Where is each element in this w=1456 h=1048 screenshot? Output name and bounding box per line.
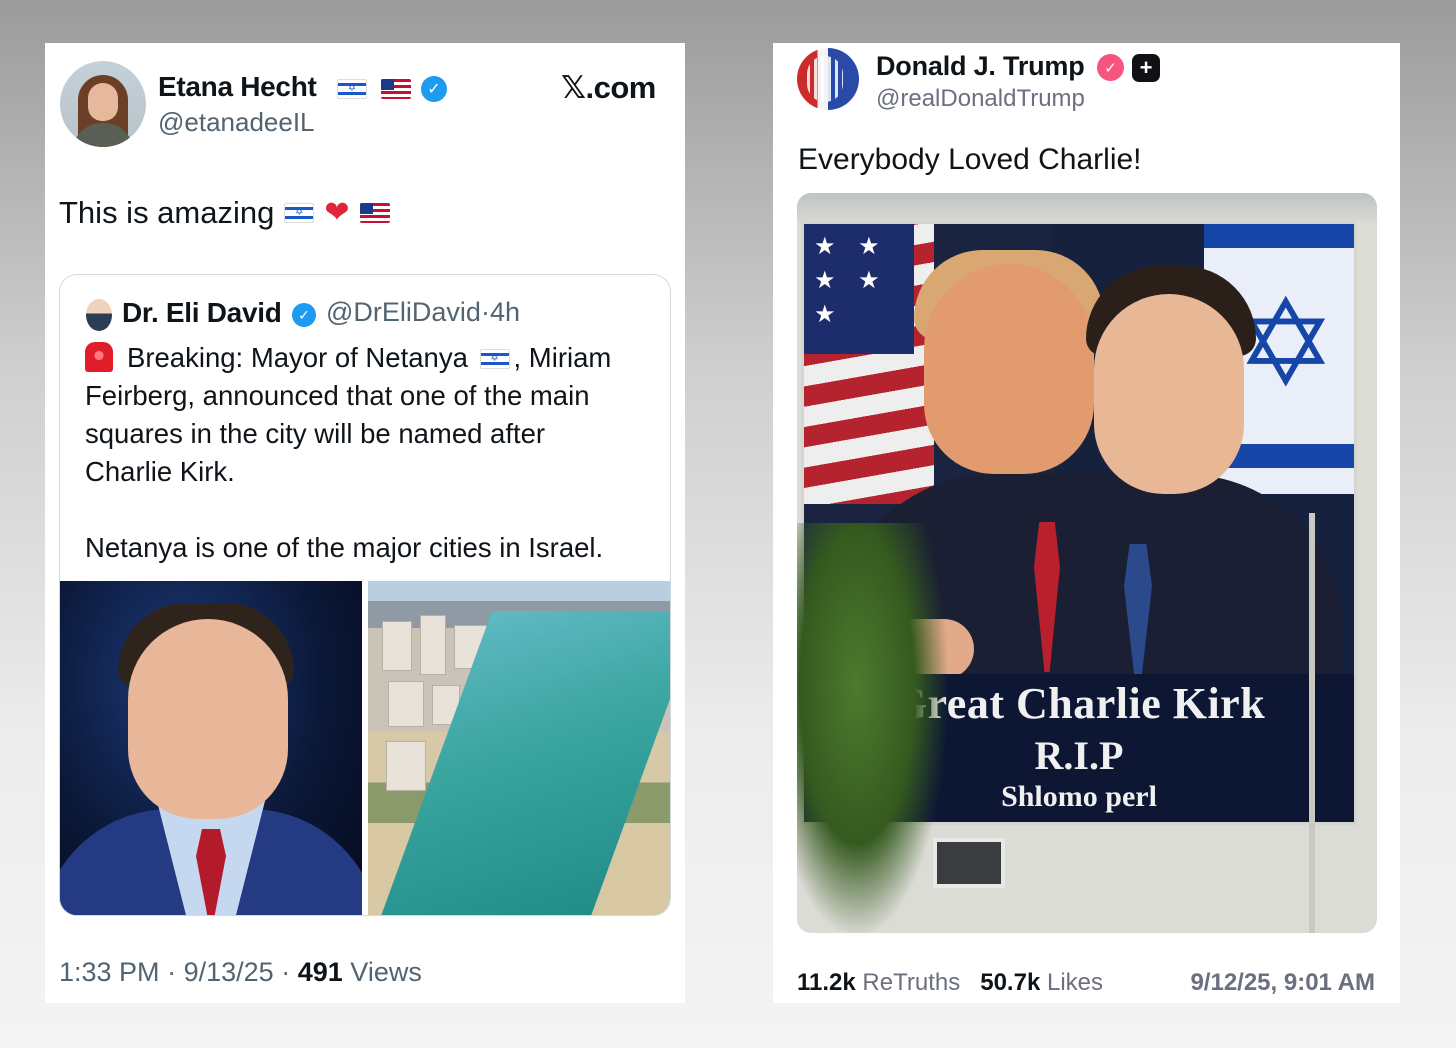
post-time[interactable]: 1:33 PM [59,957,160,987]
retruths-label[interactable]: ReTruths [862,969,960,996]
tree [797,523,947,933]
israel-flag-icon: ✡ [284,203,315,223]
us-flag-icon [381,79,411,99]
verified-badge-icon: ✓ [1097,54,1124,81]
separator-dot: · [167,957,177,987]
author-name[interactable]: Donald J. Trump [876,51,1085,82]
post-text-content: This is amazing [59,195,275,230]
quoted-post[interactable]: Dr. Eli David ✓ @DrEliDavid·4h Breaking:… [59,274,671,916]
post-text: This is amazing ✡ ❤ [59,195,390,231]
us-flag-graphic: ★ ★ ★ ★ ★ [804,224,934,504]
aerial-city-photo[interactable] [368,581,670,915]
author-handle[interactable]: @etanadeeIL [158,107,315,138]
quote-text: , Miriam [513,342,612,373]
quote-line: Netanya is one of the major cities in Is… [85,532,604,563]
likes-label[interactable]: Likes [1047,969,1103,996]
quote-text: Breaking: Mayor of Netanya [127,342,468,373]
author-avatar[interactable] [60,61,146,147]
quote-author-meta: @DrEliDavid·4h [326,297,520,328]
quote-age: 4h [489,297,520,327]
post-stats: 11.2k ReTruths 50.7k Likes [797,969,1103,997]
quote-author-name[interactable]: Dr. Eli David [122,297,282,329]
post-timestamp[interactable]: 9/12/25, 9:01 AM [1190,969,1375,997]
billboard-photo[interactable]: ★ ★ ★ ★ ★ ✡ Great Charlie Kirk R.I.P Shl… [797,193,1377,933]
author-flags: ✡ [337,79,411,99]
separator-dot: · [480,297,490,327]
quote-body: Breaking: Mayor of Netanya ✡, Miriam Fei… [85,339,655,567]
plus-badge-icon: + [1132,54,1160,82]
x-logo: 𝕏.com [561,70,656,105]
siren-icon [85,342,113,372]
likes-count[interactable]: 50.7k [980,969,1040,996]
quote-line: Breaking: Mayor of Netanya ✡, Miriam [85,339,655,377]
x-post-card: Etana Hecht ✡ ✓ @etanadeeIL 𝕏.com This i… [45,43,685,1003]
us-flag-icon [359,203,390,223]
quote-author-handle[interactable]: @DrEliDavid [326,297,481,327]
author-name[interactable]: Etana Hecht [158,71,317,103]
verified-badge-icon: ✓ [421,76,447,102]
quote-blank-line [85,491,655,529]
israel-flag-icon: ✡ [337,79,367,99]
truth-post-card: Donald J. Trump ✓ + @realDonaldTrump Eve… [773,43,1400,1003]
quote-line: Feirberg, announced that one of the main [85,380,590,411]
verified-badge-icon: ✓ [292,303,316,327]
post-text: Everybody Loved Charlie! [798,143,1142,176]
separator-dot: · [281,957,291,987]
author-avatar[interactable] [797,48,859,110]
quote-line: squares in the city will be named after [85,418,546,449]
street-lamp [1309,513,1315,933]
post-meta: 1:33 PM · 9/13/25 · 491 Views [59,957,422,988]
quote-line: Charlie Kirk. [85,456,235,487]
building-window [933,838,1005,888]
views-label: Views [350,957,422,987]
views-count: 491 [297,957,343,987]
author-handle[interactable]: @realDonaldTrump [876,85,1085,113]
building-top [797,193,1377,223]
post-date[interactable]: 9/13/25 [184,957,274,987]
portrait-photo[interactable] [60,581,362,915]
quote-author-avatar[interactable] [86,299,112,331]
israel-flag-icon: ✡ [479,349,510,369]
red-heart-icon: ❤ [324,196,350,229]
retruths-count[interactable]: 11.2k [797,969,856,996]
